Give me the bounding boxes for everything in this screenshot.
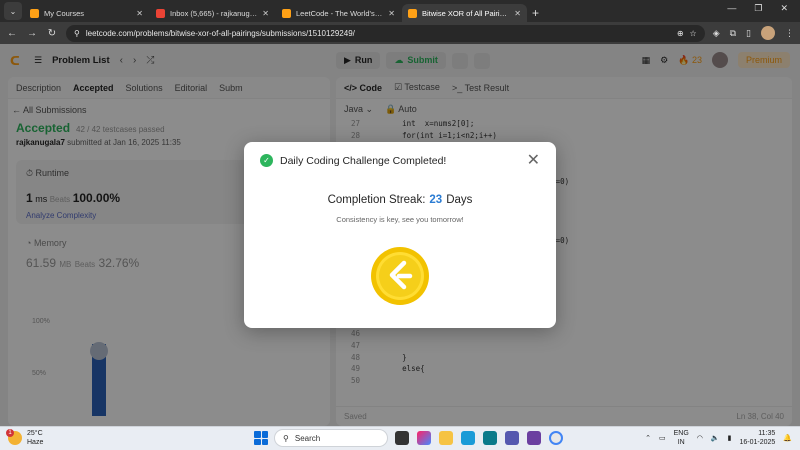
streak-days: 23 [429, 194, 443, 206]
system-tray: ⌃ ▭ ENG IN ◠ 🔈 ▮ 11:35 16-01-2025 🔔 [645, 429, 792, 447]
wifi-icon[interactable]: ◠ [697, 434, 703, 442]
tab-close-icon[interactable]: ✕ [514, 9, 521, 18]
browser-tabstrip: ⌄ My Courses ✕ Inbox (5,665) - rajkanuga… [0, 0, 800, 22]
date: 16-01-2025 [739, 439, 776, 446]
leetcode-coin-icon [371, 247, 429, 305]
weather-widget[interactable]: 1 25°C Haze [6, 429, 43, 447]
new-tab-icon[interactable]: + [532, 4, 539, 22]
windows-taskbar: 1 25°C Haze ⚲ Search ⌃ ▭ ENG IN ◠ 🔈 ▮ 11… [0, 426, 800, 450]
address-bar[interactable]: ⚲ leetcode.com/problems/bitwise-xor-of-a… [66, 24, 705, 42]
close-icon[interactable]: ✕ [527, 150, 540, 170]
window-controls: — ❐ ✕ [727, 3, 788, 14]
time: 11:35 [758, 430, 776, 437]
volume-icon[interactable]: 🔈 [711, 434, 720, 442]
browser-toolbar: ← → ↻ ⚲ leetcode.com/problems/bitwise-xo… [0, 22, 800, 44]
copilot-icon[interactable] [417, 431, 431, 445]
windows-start-icon[interactable] [254, 431, 268, 445]
completion-streak: Completion Streak: 23 Days [244, 194, 556, 206]
tab-title: My Courses [44, 8, 85, 18]
tab-title: Inbox (5,665) - rajkanugala7@gmail.com [170, 8, 258, 18]
check-circle-icon: ✓ [260, 154, 273, 167]
battery-status-icon[interactable]: ▮ [728, 434, 732, 442]
extensions-puzzle-icon[interactable]: ⧉ [730, 28, 736, 39]
streak-unit: Days [446, 194, 473, 206]
menu-dots-icon[interactable]: ⋮ [785, 28, 794, 39]
tab-close-icon[interactable]: ✕ [388, 9, 395, 18]
browser-tab-3[interactable]: LeetCode - The World's Leading ✕ [276, 4, 401, 22]
weather-sun-icon: 1 [6, 429, 22, 445]
browser-tab-1[interactable]: My Courses ✕ [24, 4, 149, 22]
chevron-up-icon[interactable]: ⌃ [645, 434, 651, 442]
minimize-icon[interactable]: — [727, 3, 736, 14]
file-explorer-icon[interactable] [439, 431, 453, 445]
task-view-icon[interactable] [395, 431, 409, 445]
modal-title: Daily Coding Challenge Completed! [280, 154, 447, 167]
store-icon[interactable] [483, 431, 497, 445]
app-icon[interactable] [527, 431, 541, 445]
url-text: leetcode.com/problems/bitwise-xor-of-all… [85, 28, 355, 38]
battery-icon[interactable]: ▭ [659, 434, 666, 442]
leetcode-icon [282, 8, 291, 18]
favicon-icon [30, 8, 39, 18]
notification-badge: 1 [6, 429, 14, 437]
browser-tab-4[interactable]: Bitwise XOR of All Pairings - LeetCode ✕ [402, 4, 527, 22]
lang-bottom: IN [677, 439, 685, 446]
consistency-message: Consistency is key, see you tomorrow! [336, 215, 464, 224]
toolbar-icons: ◈ ⧉ ▯ ⋮ [713, 26, 794, 40]
reload-icon[interactable]: ↻ [46, 28, 58, 39]
tab-close-icon[interactable]: ✕ [262, 9, 269, 18]
clock[interactable]: 11:35 16-01-2025 [739, 429, 775, 447]
weather-desc: Haze [27, 439, 44, 446]
search-placeholder: Search [294, 433, 321, 443]
taskbar-search[interactable]: ⚲ Search [274, 429, 388, 447]
site-info-icon[interactable]: ⚲ [74, 29, 80, 38]
zoom-icon[interactable]: ⊕ [677, 29, 684, 38]
tab-close-icon[interactable]: ✕ [136, 9, 143, 18]
leetcode-icon [408, 8, 417, 18]
maximize-icon[interactable]: ❐ [754, 3, 762, 14]
forward-icon[interactable]: → [26, 28, 38, 39]
tab-title: Bitwise XOR of All Pairings - LeetCode [422, 8, 510, 18]
language-indicator[interactable]: ENG IN [674, 429, 689, 447]
profile-avatar[interactable] [761, 26, 775, 40]
tab-search-icon[interactable]: ⌄ [4, 2, 22, 20]
challenge-completed-modal: ✓ Daily Coding Challenge Completed! ✕ Co… [244, 142, 556, 328]
taskbar-apps [395, 431, 563, 445]
extension-icon[interactable]: ◈ [713, 28, 720, 39]
modal-header: ✓ Daily Coding Challenge Completed! [260, 154, 446, 167]
search-icon: ⚲ [283, 433, 289, 443]
sidebar-icon[interactable]: ▯ [746, 28, 751, 39]
lang-top: ENG [673, 430, 689, 437]
back-icon[interactable]: ← [6, 28, 18, 39]
tab-title: LeetCode - The World's Leading [296, 8, 383, 18]
bookmark-star-icon[interactable]: ☆ [690, 29, 697, 38]
edge-icon[interactable] [461, 431, 475, 445]
gmail-icon [156, 8, 165, 18]
notifications-icon[interactable]: 🔔 [783, 434, 792, 442]
teams-icon[interactable] [505, 431, 519, 445]
chrome-icon[interactable] [549, 431, 563, 445]
streak-label: Completion Streak: [327, 194, 426, 206]
weather-temp: 25°C [27, 430, 43, 437]
browser-tab-2[interactable]: Inbox (5,665) - rajkanugala7@gmail.com ✕ [150, 4, 275, 22]
close-window-icon[interactable]: ✕ [780, 3, 788, 14]
weather-text: 25°C Haze [27, 429, 43, 447]
